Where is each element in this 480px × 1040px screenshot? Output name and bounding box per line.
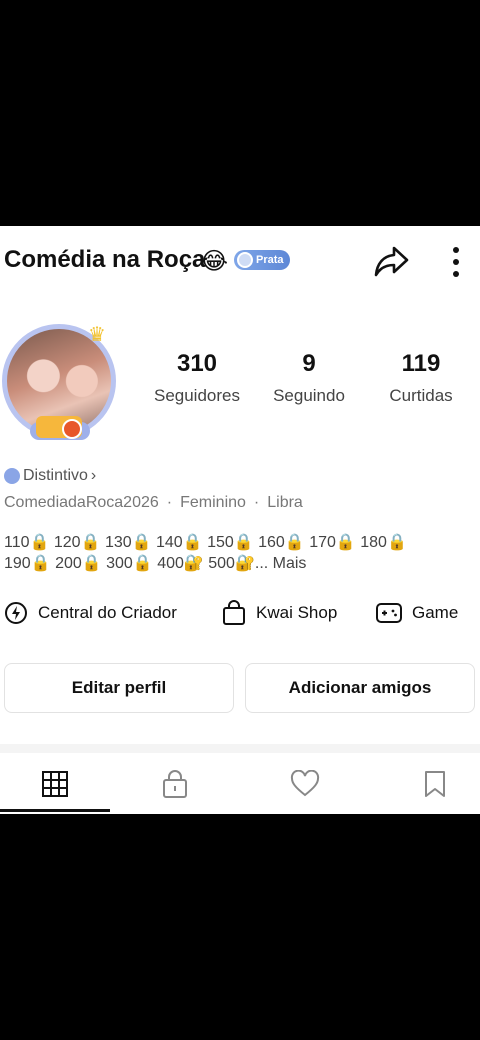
creator-center-icon	[5, 602, 27, 624]
laughing-emoji: 😂	[200, 248, 229, 275]
distintivo-link[interactable]: Distintivo ›	[4, 467, 96, 485]
following-count: 9	[302, 350, 316, 377]
crown-icon: ♛	[88, 324, 106, 346]
profile-title: Comédia na Roça	[4, 246, 206, 273]
active-tab-indicator	[0, 809, 110, 812]
followers-count: 310	[176, 350, 218, 377]
tab-posts[interactable]	[0, 753, 110, 814]
tab-liked[interactable]	[250, 753, 360, 814]
distintivo-label: Distintivo	[23, 467, 88, 484]
chevron-right-icon: ›	[90, 467, 97, 484]
badge-label: Prata	[256, 254, 284, 266]
video-letterbox-bottom	[0, 814, 480, 1040]
followers-label: Seguidores	[153, 386, 240, 405]
distintivo-icon	[4, 468, 20, 484]
game-button[interactable]: Game	[376, 598, 458, 628]
game-label: Game	[412, 603, 459, 622]
edit-profile-button[interactable]: Editar perfil	[4, 663, 234, 713]
more-button[interactable]	[440, 242, 472, 282]
more-vertical-icon	[453, 247, 459, 277]
creator-center-button[interactable]: Central do Criador	[4, 598, 177, 628]
kwai-shop-button[interactable]: Kwai Shop	[222, 598, 337, 628]
level-line-2: 190🔒 200🔒 300🔒 400🔐 500🔐... Mais	[4, 555, 307, 572]
profile-sign: Libra	[267, 494, 303, 511]
heart-icon	[290, 769, 320, 796]
shopping-bag-icon	[223, 600, 245, 625]
following-label: Seguindo	[273, 386, 345, 405]
content-tabs	[0, 753, 480, 814]
profile-gender: Feminino	[180, 494, 246, 511]
lock-icon	[163, 769, 187, 798]
level-line-1: 110🔒 120🔒 130🔒 140🔒 150🔒 160🔒 170🔒 180🔒	[4, 534, 407, 551]
share-button[interactable]	[372, 242, 410, 280]
kwai-shop-label: Kwai Shop	[256, 603, 338, 622]
tab-private[interactable]	[120, 753, 230, 814]
video-letterbox-top	[0, 0, 480, 226]
grid-icon	[42, 770, 68, 797]
medal-icon	[237, 252, 253, 268]
tab-saved[interactable]	[380, 753, 480, 814]
bookmark-icon	[425, 770, 445, 797]
stat-likes[interactable]: 119 Curtidas	[366, 350, 476, 406]
profile-header: Comédia na Roça 😂 Prata	[0, 226, 480, 296]
camera-icon	[36, 416, 82, 439]
stat-following[interactable]: 9 Seguindo	[254, 350, 364, 406]
profile-handle: ComediadaRoca2026	[4, 494, 159, 511]
likes-count: 119	[401, 350, 441, 377]
add-friends-button[interactable]: Adicionar amigos	[245, 663, 475, 713]
gamepad-icon	[376, 603, 402, 623]
share-arrow-icon	[374, 246, 409, 277]
likes-label: Curtidas	[389, 386, 453, 405]
profile-screen: Comédia na Roça 😂 Prata ♛ 310 Seguidores	[0, 226, 480, 814]
avatar[interactable]: ♛	[0, 322, 120, 446]
prata-badge[interactable]: Prata	[234, 250, 290, 270]
creator-center-label: Central do Criador	[38, 603, 177, 622]
section-divider	[0, 744, 480, 753]
profile-meta: ComediadaRoca2026 · Feminino · Libra	[4, 494, 303, 511]
stat-followers[interactable]: 310 Seguidores	[142, 350, 252, 406]
level-list[interactable]: 110🔒 120🔒 130🔒 140🔒 150🔒 160🔒 170🔒 180🔒 …	[4, 532, 474, 574]
